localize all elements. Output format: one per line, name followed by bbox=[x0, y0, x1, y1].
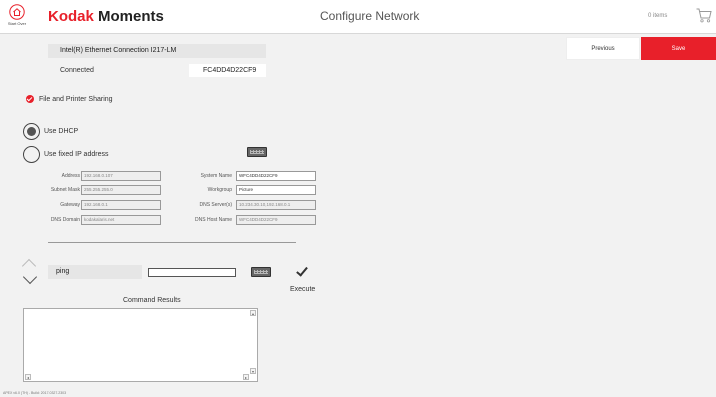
file-sharing-checkbox[interactable] bbox=[26, 95, 34, 103]
dns-servers-field[interactable]: 10.234.30.10,192.168.0.1 bbox=[236, 200, 316, 210]
cart-button[interactable] bbox=[696, 8, 712, 25]
workgroup-label: Workgroup bbox=[207, 187, 232, 193]
address-label: Address bbox=[61, 173, 80, 179]
version-info: APEX v6.0 (TH) - Build: 2017.0327.2303 bbox=[3, 391, 67, 395]
save-button[interactable]: Save bbox=[641, 37, 716, 60]
execute-check-icon[interactable] bbox=[296, 264, 308, 277]
scroll-up-icon[interactable]: ▴ bbox=[250, 310, 256, 316]
gateway-field[interactable]: 192.168.0.1 bbox=[81, 200, 161, 210]
dns-domain-field[interactable]: kodakalaris.net bbox=[81, 215, 161, 225]
cart-icon bbox=[696, 8, 712, 23]
brand-kodak: Kodak bbox=[48, 8, 94, 25]
use-fixed-ip-label: Use fixed IP address bbox=[44, 151, 109, 158]
use-dhcp-label: Use DHCP bbox=[44, 128, 79, 135]
command-results-box[interactable]: ▴ ▾ ◂ ▸ bbox=[23, 308, 258, 382]
scroll-right-icon[interactable]: ▸ bbox=[243, 374, 249, 380]
brand-moments: Moments bbox=[98, 8, 164, 25]
use-fixed-ip-radio[interactable] bbox=[23, 146, 40, 163]
system-name-label: System Name bbox=[200, 173, 232, 179]
home-icon bbox=[9, 4, 25, 20]
keyboard-icon[interactable] bbox=[251, 267, 271, 277]
dns-servers-label: DNS Server(s) bbox=[199, 202, 232, 208]
brand-logo: Kodak Moments bbox=[48, 8, 164, 25]
previous-button[interactable]: Previous bbox=[566, 37, 640, 60]
connection-status: Connected bbox=[60, 67, 94, 74]
use-dhcp-radio[interactable] bbox=[23, 123, 40, 140]
command-name[interactable]: ping bbox=[48, 265, 142, 279]
keyboard-icon[interactable] bbox=[247, 147, 267, 157]
system-name-field[interactable]: WFC4DD4D22CF9 bbox=[236, 171, 316, 181]
file-sharing-label: File and Printer Sharing bbox=[39, 96, 113, 103]
execute-label[interactable]: Execute bbox=[290, 286, 315, 293]
command-results-label: Command Results bbox=[123, 297, 181, 304]
address-field[interactable]: 192.168.0.107 bbox=[81, 171, 161, 181]
gateway-label: Gateway bbox=[60, 202, 80, 208]
subnet-mask-field[interactable]: 255.255.255.0 bbox=[81, 185, 161, 195]
command-argument-input[interactable] bbox=[148, 268, 236, 277]
cart-count: 0 items bbox=[648, 13, 668, 19]
dns-host-name-field[interactable]: WFC4DD4D22CF9 bbox=[236, 215, 316, 225]
dns-domain-label: DNS Domain bbox=[50, 217, 80, 223]
adapter-name: Intel(R) Ethernet Connection I217-LM bbox=[48, 44, 266, 58]
section-divider bbox=[48, 242, 296, 243]
subnet-mask-label: Subnet Mask bbox=[50, 187, 80, 193]
page-title: Configure Network bbox=[320, 9, 420, 23]
command-results-text bbox=[24, 309, 257, 313]
scroll-down-icon[interactable]: ▾ bbox=[250, 368, 256, 374]
workgroup-field[interactable]: Picture bbox=[236, 185, 316, 195]
start-over-button[interactable]: Start Over bbox=[3, 2, 31, 31]
start-over-label: Start Over bbox=[7, 21, 27, 26]
dns-host-name-label: DNS Host Name bbox=[195, 217, 232, 223]
mac-address: FC4DD4D22CF9 bbox=[189, 64, 266, 77]
scroll-left-icon[interactable]: ◂ bbox=[25, 374, 31, 380]
command-next-arrow[interactable] bbox=[22, 269, 38, 285]
header-divider bbox=[0, 33, 716, 34]
